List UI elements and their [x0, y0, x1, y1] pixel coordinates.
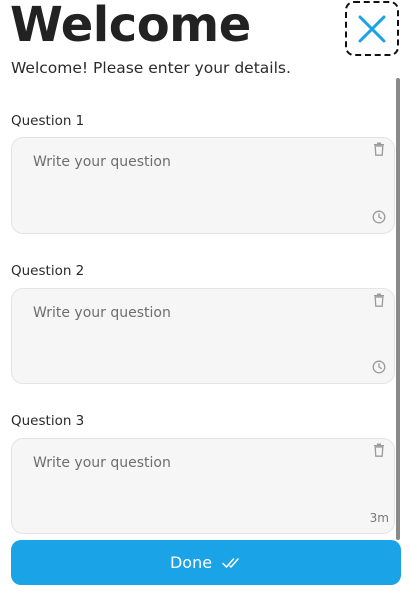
welcome-dialog: Welcome Welcome! Please enter your detai… [0, 0, 410, 591]
question-3-input[interactable]: Write your question 3m [11, 438, 395, 534]
question-2-label: Question 2 [11, 263, 85, 279]
scrollbar[interactable] [396, 78, 400, 540]
trash-icon[interactable] [372, 443, 386, 457]
timer-text: 3m [369, 511, 389, 525]
double-check-icon [222, 557, 239, 568]
done-button-label: Done [169, 553, 213, 572]
question-2-placeholder: Write your question [33, 305, 171, 321]
clock-icon [372, 210, 386, 224]
question-1-placeholder: Write your question [33, 154, 171, 170]
question-1-input[interactable]: Write your question [11, 137, 395, 234]
trash-icon[interactable] [372, 293, 386, 307]
question-3-placeholder: Write your question [33, 455, 171, 471]
done-button[interactable]: Done [11, 540, 401, 585]
page-title: Welcome [10, 0, 251, 53]
scrollbar-thumb[interactable] [396, 78, 400, 540]
page-subtitle: Welcome! Please enter your details. [11, 59, 291, 77]
close-button[interactable] [345, 1, 399, 56]
clock-icon [372, 360, 386, 374]
question-3-label: Question 3 [11, 413, 85, 429]
question-2-input[interactable]: Write your question [11, 288, 395, 384]
question-1-label: Question 1 [11, 113, 85, 129]
trash-icon[interactable] [372, 142, 386, 156]
close-icon [358, 15, 386, 42]
